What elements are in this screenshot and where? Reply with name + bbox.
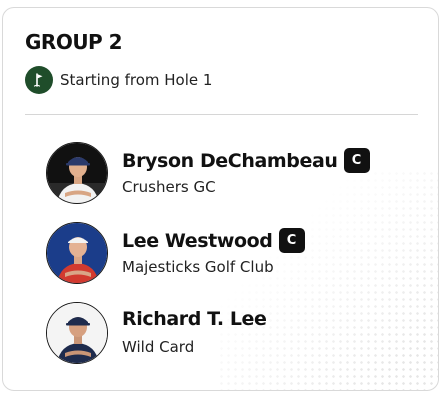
player-name-row: Lee Westwood C	[122, 228, 305, 253]
player-name[interactable]: Lee Westwood	[122, 230, 273, 252]
starting-hole-row: Starting from Hole 1	[25, 66, 212, 94]
player-row[interactable]: Bryson DeChambeau C Crushers GC	[46, 142, 406, 206]
player-team: Wild Card	[122, 338, 195, 356]
player-row[interactable]: Lee Westwood C Majesticks Golf Club	[46, 222, 406, 286]
divider	[25, 114, 418, 115]
player-name[interactable]: Richard T. Lee	[122, 308, 267, 330]
player-name-row: Richard T. Lee	[122, 308, 267, 330]
player-avatar	[46, 222, 108, 284]
player-avatar	[46, 142, 108, 204]
group-title: GROUP 2	[25, 30, 123, 54]
starting-hole-text: Starting from Hole 1	[60, 71, 213, 89]
player-avatar	[46, 302, 108, 364]
player-team: Majesticks Golf Club	[122, 258, 274, 276]
golf-flag-icon	[25, 66, 53, 94]
player-name[interactable]: Bryson DeChambeau	[122, 150, 338, 172]
player-name-row: Bryson DeChambeau C	[122, 148, 370, 173]
captain-badge: C	[278, 228, 305, 253]
group-card: GROUP 2 Starting from Hole 1 Bryson DeCh…	[2, 7, 439, 391]
player-team: Crushers GC	[122, 178, 216, 196]
captain-badge: C	[343, 148, 370, 173]
player-row[interactable]: Richard T. Lee Wild Card	[46, 302, 406, 366]
